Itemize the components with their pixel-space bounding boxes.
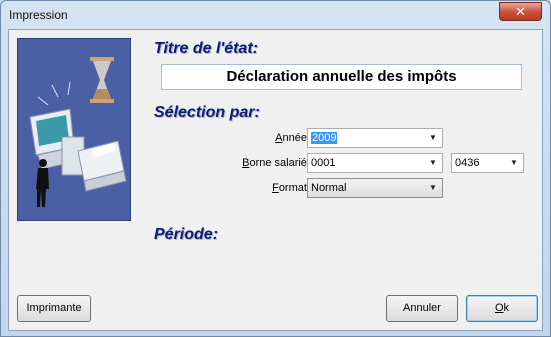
cancel-button[interactable]: Annuler — [386, 295, 458, 322]
ok-button[interactable]: Ok — [466, 295, 538, 322]
selection-heading: Sélection par: — [154, 104, 260, 121]
close-button[interactable]: ✕ — [499, 2, 542, 21]
employee-from-select[interactable]: 0001 ▼ — [307, 153, 443, 173]
employee-from-value: 0001 — [311, 157, 336, 169]
chevron-down-icon[interactable]: ▼ — [427, 154, 439, 172]
employee-to-select[interactable]: 0436 ▼ — [451, 153, 524, 173]
report-title-heading: Titre de l'état: — [154, 40, 258, 57]
chevron-down-icon[interactable]: ▼ — [427, 179, 439, 197]
close-icon: ✕ — [515, 4, 526, 19]
print-dialog: Impression ✕ Titre de l'état: Déclaratio… — [0, 0, 551, 337]
employee-range-label: Borne salarié: — [242, 157, 310, 169]
dialog-body: Titre de l'état: Déclaration annuelle de… — [8, 29, 543, 331]
format-label: Format: — [272, 182, 310, 194]
year-select[interactable]: 2009 ▼ — [307, 128, 443, 148]
year-value: 2009 — [311, 132, 338, 144]
period-heading: Période: — [154, 226, 219, 243]
title-bar[interactable]: Impression ✕ — [1, 1, 550, 29]
window-title: Impression — [9, 8, 68, 22]
year-label: Année: — [275, 132, 310, 144]
printer-button[interactable]: Imprimante — [17, 295, 91, 322]
computer-hourglass-illustration — [17, 38, 131, 221]
chevron-down-icon[interactable]: ▼ — [508, 154, 520, 172]
report-title-field[interactable]: Déclaration annuelle des impôts — [161, 64, 522, 90]
format-select[interactable]: Normal ▼ — [307, 178, 443, 198]
chevron-down-icon[interactable]: ▼ — [427, 129, 439, 147]
employee-to-value: 0436 — [455, 157, 480, 169]
format-value: Normal — [311, 182, 347, 194]
